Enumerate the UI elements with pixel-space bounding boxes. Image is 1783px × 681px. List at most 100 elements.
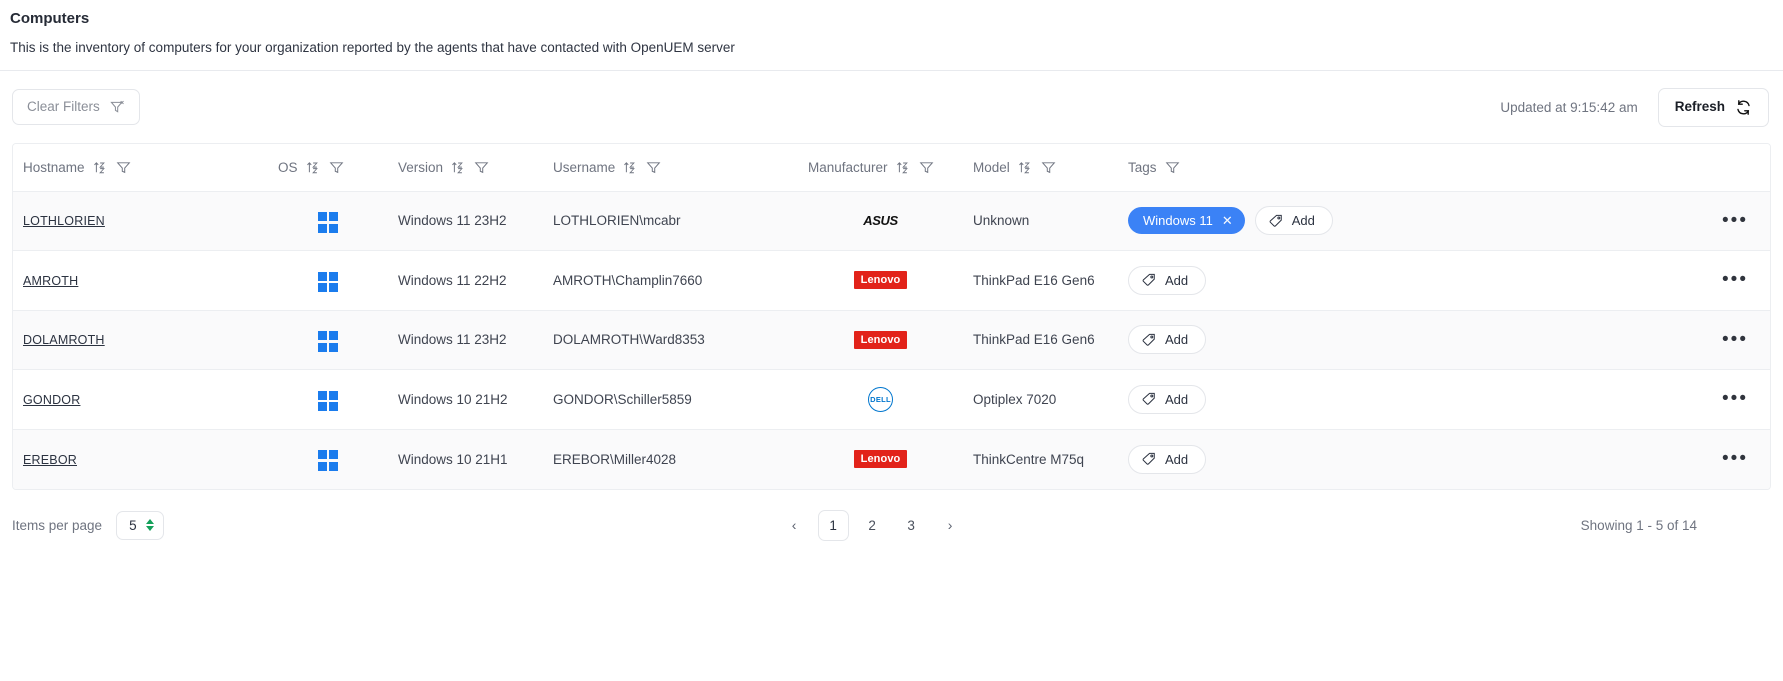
add-tag-button[interactable]: Add [1128, 265, 1207, 295]
refresh-button[interactable]: Refresh [1657, 87, 1769, 127]
windows-logo-icon [317, 390, 339, 411]
cell-tags: Add [1118, 369, 1700, 430]
refresh-icon [1735, 99, 1752, 116]
cell-hostname: LOTHLORIEN [13, 191, 268, 251]
filter-icon[interactable] [116, 160, 131, 175]
sort-az-icon[interactable] [623, 160, 638, 175]
items-per-page-value: 5 [129, 517, 137, 533]
cell-tags: Add [1118, 250, 1700, 311]
filter-icon[interactable] [646, 160, 661, 175]
hostname-link[interactable]: EREBOR [23, 453, 77, 467]
add-tag-button[interactable]: Add [1128, 384, 1207, 414]
cell-model: ThinkCentre M75q [963, 429, 1118, 489]
hostname-link[interactable]: AMROTH [23, 274, 78, 288]
sort-az-icon[interactable] [93, 160, 108, 175]
column-header-model: Model [963, 144, 1118, 192]
items-per-page-select[interactable]: 5 [116, 510, 164, 540]
tag-icon [1269, 214, 1283, 228]
sort-az-icon[interactable] [896, 160, 911, 175]
row-menu-button[interactable]: ••• [1710, 211, 1760, 230]
column-label-model: Model [973, 159, 1010, 175]
table-row: EREBOR Windows 10 21H1 EREBOR\Miller4028… [13, 429, 1770, 489]
tag-chip[interactable]: Windows 11 ✕ [1128, 207, 1245, 235]
remove-tag-icon[interactable]: ✕ [1222, 214, 1233, 227]
add-tag-button[interactable]: Add [1254, 206, 1333, 236]
column-label-manufacturer: Manufacturer [808, 159, 888, 175]
add-tag-label: Add [1165, 332, 1189, 348]
computers-inventory-page: Computers This is the inventory of compu… [0, 0, 1783, 681]
tag-icon [1142, 273, 1156, 287]
next-page-button[interactable]: › [935, 510, 966, 541]
add-tag-label: Add [1291, 213, 1315, 229]
table-row: AMROTH Windows 11 22H2 AMROTH\Champlin76… [13, 250, 1770, 311]
cell-actions: ••• [1700, 429, 1770, 489]
column-label-username: Username [553, 159, 616, 175]
cell-hostname: AMROTH [13, 250, 268, 311]
hostname-link[interactable]: GONDOR [23, 393, 80, 407]
cell-model: ThinkPad E16 Gen6 [963, 310, 1118, 370]
filter-icon[interactable] [919, 160, 934, 175]
row-menu-button[interactable]: ••• [1710, 330, 1760, 349]
column-header-version: Version [388, 144, 543, 192]
windows-logo-icon [317, 331, 339, 352]
cell-actions: ••• [1700, 310, 1770, 370]
cell-actions: ••• [1700, 250, 1770, 311]
prev-page-button[interactable]: ‹ [779, 510, 810, 541]
cell-username: EREBOR\Miller4028 [543, 429, 798, 489]
add-tag-label: Add [1165, 391, 1189, 407]
row-menu-button[interactable]: ••• [1710, 389, 1760, 408]
column-header-os: OS [268, 144, 388, 192]
updated-timestamp: Updated at 9:15:42 am [1500, 99, 1638, 115]
cell-os [268, 429, 388, 489]
column-header-tags: Tags [1118, 144, 1700, 192]
column-header-actions [1700, 144, 1770, 192]
items-per-page-label: Items per page [12, 517, 103, 533]
cell-hostname: GONDOR [13, 369, 268, 430]
hostname-link[interactable]: LOTHLORIEN [23, 214, 105, 228]
showing-range-text: Showing 1 - 5 of 14 [1580, 517, 1697, 533]
hostname-link[interactable]: DOLAMROTH [23, 333, 105, 347]
page-button-3[interactable]: 3 [896, 510, 927, 541]
add-tag-button[interactable]: Add [1128, 325, 1207, 355]
asus-logo-icon: ASUS [863, 213, 898, 229]
filter-icon[interactable] [1165, 160, 1180, 175]
add-tag-label: Add [1165, 272, 1189, 288]
windows-logo-icon [317, 212, 339, 233]
lenovo-logo-icon: Lenovo [853, 450, 908, 468]
table-row: DOLAMROTH Windows 11 23H2 DOLAMROTH\Ward… [13, 310, 1770, 370]
table-row: GONDOR Windows 10 21H2 GONDOR\Schiller58… [13, 369, 1770, 430]
windows-logo-icon [317, 450, 339, 471]
cell-manufacturer: Lenovo [798, 250, 963, 311]
row-menu-button[interactable]: ••• [1710, 270, 1760, 289]
filter-icon[interactable] [474, 160, 489, 175]
sort-az-icon[interactable] [306, 160, 321, 175]
cell-os [268, 369, 388, 430]
column-label-tags: Tags [1128, 159, 1157, 175]
sort-az-icon[interactable] [1018, 160, 1033, 175]
page-title: Computers [10, 10, 90, 27]
cell-username: AMROTH\Champlin7660 [543, 250, 798, 311]
table-footer: Items per page 5 ‹ 1 2 3 › Showing 1 - 5… [0, 490, 1783, 541]
tag-chip-label: Windows 11 [1143, 213, 1213, 229]
row-menu-button[interactable]: ••• [1710, 449, 1760, 468]
column-label-hostname: Hostname [23, 159, 85, 175]
cell-version: Windows 11 23H2 [388, 191, 543, 251]
table-header-row: Hostname OS Version Username Manufacture… [13, 144, 1770, 192]
table-head: Hostname OS Version Username Manufacture… [13, 144, 1770, 192]
sort-az-icon[interactable] [451, 160, 466, 175]
table-toolbar: Clear Filters Updated at 9:15:42 am Refr… [0, 71, 1783, 143]
cell-os [268, 191, 388, 251]
refresh-label: Refresh [1674, 99, 1725, 114]
table-row: LOTHLORIEN Windows 11 23H2 LOTHLORIEN\mc… [13, 191, 1770, 251]
page-subtitle: This is the inventory of computers for y… [10, 40, 735, 55]
clear-filters-button[interactable]: Clear Filters [12, 89, 140, 125]
filter-icon[interactable] [1041, 160, 1056, 175]
dell-logo-icon: DELL [868, 386, 893, 412]
add-tag-button[interactable]: Add [1128, 444, 1207, 474]
page-button-1[interactable]: 1 [817, 509, 849, 541]
filter-icon[interactable] [329, 160, 344, 175]
cell-version: Windows 11 23H2 [388, 310, 543, 370]
page-button-2[interactable]: 2 [857, 510, 888, 541]
column-label-os: OS [278, 159, 298, 175]
table-body: LOTHLORIEN Windows 11 23H2 LOTHLORIEN\mc… [13, 191, 1770, 489]
